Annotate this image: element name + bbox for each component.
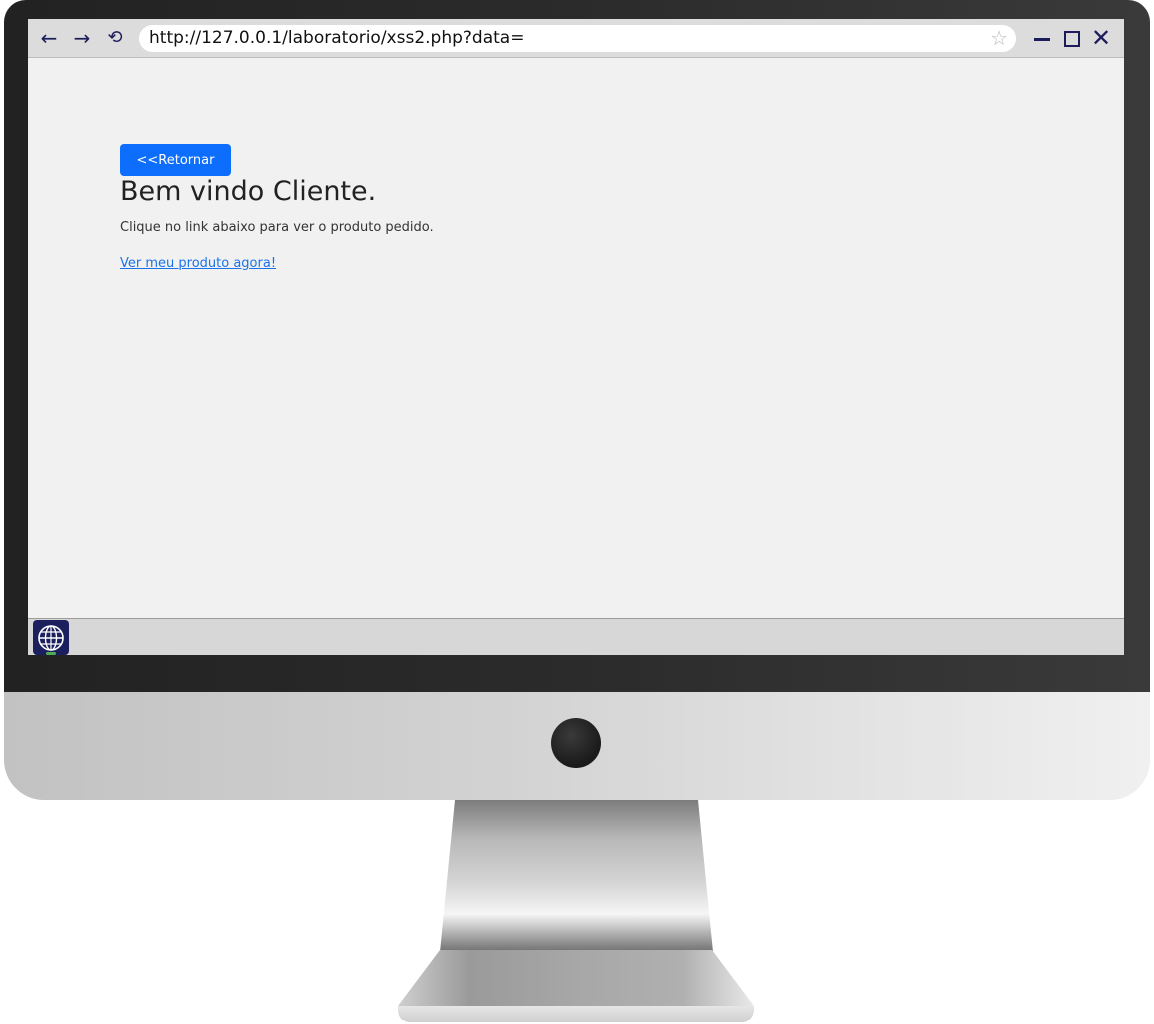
star-icon[interactable]: ☆ xyxy=(990,26,1008,50)
monitor-stand-base-edge xyxy=(398,1006,754,1022)
browser-toolbar: ← → ⟲ http://127.0.0.1/laboratorio/xss2.… xyxy=(28,19,1124,58)
arrow-right-icon[interactable]: → xyxy=(69,25,95,51)
minimize-icon[interactable] xyxy=(1034,38,1050,41)
page-content: <<Retornar Bem vindo Cliente. Clique no … xyxy=(28,58,1124,618)
close-icon[interactable]: ✕ xyxy=(1088,25,1114,51)
arrow-left-icon[interactable]: ← xyxy=(36,25,62,51)
address-bar[interactable]: http://127.0.0.1/laboratorio/xss2.php?da… xyxy=(139,25,1016,52)
page-title: Bem vindo Cliente. xyxy=(120,176,377,207)
taskbar xyxy=(28,618,1124,655)
start-button[interactable] xyxy=(33,620,69,655)
globe-icon xyxy=(38,625,64,651)
maximize-icon[interactable] xyxy=(1064,31,1080,47)
active-indicator xyxy=(46,652,56,655)
reload-icon[interactable]: ⟲ xyxy=(102,25,128,51)
return-button[interactable]: <<Retornar xyxy=(120,144,231,176)
product-link[interactable]: Ver meu produto agora! xyxy=(120,256,276,271)
page-instructions: Clique no link abaixo para ver o produto… xyxy=(120,220,434,235)
screen: ← → ⟲ http://127.0.0.1/laboratorio/xss2.… xyxy=(28,19,1124,655)
monitor-logo xyxy=(551,718,601,768)
monitor-stand-neck xyxy=(440,800,713,952)
url-text[interactable]: http://127.0.0.1/laboratorio/xss2.php?da… xyxy=(149,28,524,48)
